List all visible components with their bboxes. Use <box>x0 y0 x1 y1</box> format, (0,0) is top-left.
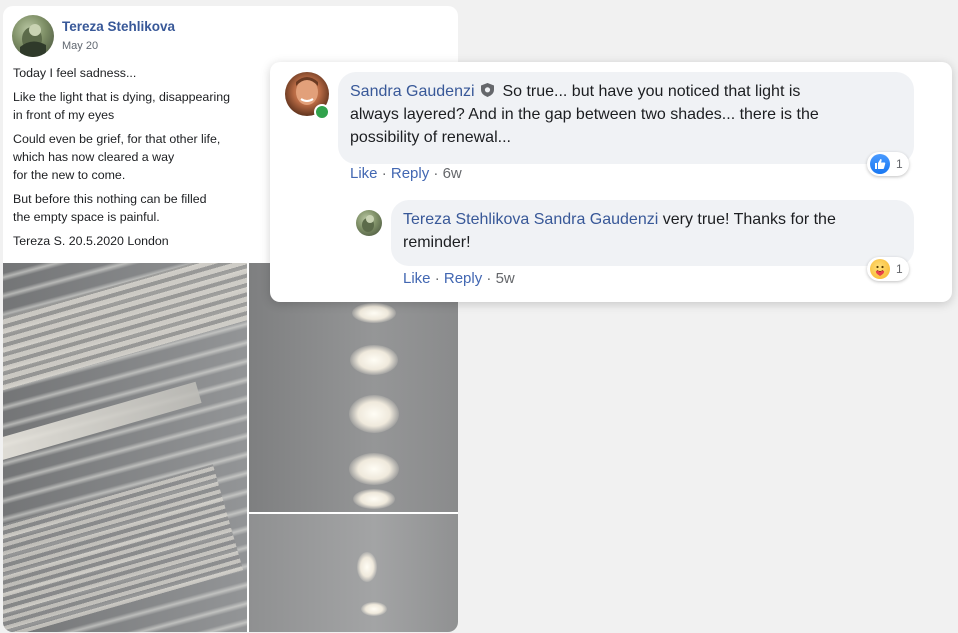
post-header: Tereza Stehlikova May 20 <box>12 15 175 57</box>
reply-button[interactable]: Reply <box>391 165 429 182</box>
comments-panel: Sandra Gaudenzi So true... but have you … <box>270 62 952 302</box>
comment-bubble: Sandra Gaudenzi So true... but have you … <box>338 72 914 164</box>
photo-light-fading[interactable] <box>249 514 458 632</box>
light-spot <box>353 489 395 509</box>
light-spot <box>357 552 377 582</box>
mention-link[interactable]: Sandra Gaudenzi <box>534 211 659 228</box>
post-paragraph: Like the light that is dying, disappeari… <box>13 88 273 124</box>
reply-button[interactable]: Reply <box>444 270 482 287</box>
comment-actions: Like · Reply · 6w <box>350 165 462 182</box>
post-author-name[interactable]: Tereza Stehlikova <box>62 19 175 34</box>
like-button[interactable]: Like <box>350 165 378 182</box>
post-paragraph: Could even be grief, for that other life… <box>13 130 273 184</box>
post-line: But before this nothing can be filled <box>13 192 207 206</box>
reaction-count-value: 1 <box>896 157 903 171</box>
avatar[interactable] <box>12 15 54 57</box>
comment-bubble: Tereza Stehlikova Sandra Gaudenzi very t… <box>391 200 914 266</box>
light-stripes <box>3 381 202 467</box>
comment-actions: Like · Reply · 5w <box>403 270 515 287</box>
post-paragraph: But before this nothing can be filled th… <box>13 190 273 226</box>
like-button[interactable]: Like <box>403 270 431 287</box>
avatar-image-icon <box>20 24 46 57</box>
reaction-count[interactable]: 1 <box>867 152 909 176</box>
post-line: Could even be grief, for that other life… <box>13 132 221 146</box>
post-line: Tereza S. 20.5.2020 London <box>13 234 169 248</box>
comment-author-name[interactable]: Tereza Stehlikova <box>403 211 529 228</box>
reaction-count[interactable]: 1 <box>867 257 909 281</box>
post-paragraph: Today I feel sadness... <box>13 64 273 82</box>
light-stripes <box>3 263 247 392</box>
avatar[interactable] <box>356 210 382 236</box>
comment-text: reminder! <box>403 234 471 251</box>
separator: · <box>433 165 439 182</box>
light-spot <box>361 602 387 616</box>
comment-age[interactable]: 5w <box>496 270 515 287</box>
post-line: which has now cleared a way <box>13 150 175 164</box>
like-icon <box>870 154 890 174</box>
avatar-image-icon <box>362 215 374 232</box>
post-date[interactable]: May 20 <box>62 40 175 52</box>
light-stripes <box>3 464 244 632</box>
separator: · <box>486 270 492 287</box>
light-spot <box>349 453 399 485</box>
post-line: the empty space is painful. <box>13 210 160 224</box>
author-block: Tereza Stehlikova May 20 <box>62 19 175 52</box>
online-status-indicator <box>314 104 330 120</box>
comment-text: very true! Thanks for the <box>662 211 836 228</box>
photo-shadow-blinds[interactable] <box>3 263 247 632</box>
post-line: in front of my eyes <box>13 108 115 122</box>
comment-text: possibility of renewal... <box>350 129 511 146</box>
separator: · <box>381 165 387 182</box>
reaction-count-value: 1 <box>896 262 903 276</box>
light-spot <box>350 345 398 375</box>
comment-age[interactable]: 6w <box>443 165 462 182</box>
post-signature: Tereza S. 20.5.2020 London <box>13 232 273 250</box>
shield-badge-icon[interactable] <box>480 83 494 97</box>
post-line: for the new to come. <box>13 168 126 182</box>
care-icon <box>870 259 890 279</box>
light-spot <box>349 395 399 433</box>
separator: · <box>434 270 440 287</box>
comment-text: So true... but have you noticed that lig… <box>502 83 801 100</box>
post-line: Like the light that is dying, disappeari… <box>13 90 230 104</box>
post-text: Today I feel sadness... Like the light t… <box>13 64 273 256</box>
comment-author-name[interactable]: Sandra Gaudenzi <box>350 83 475 100</box>
post-line: Today I feel sadness... <box>13 66 137 80</box>
light-spot <box>352 303 396 323</box>
comment-text: always layered? And in the gap between t… <box>350 106 819 123</box>
